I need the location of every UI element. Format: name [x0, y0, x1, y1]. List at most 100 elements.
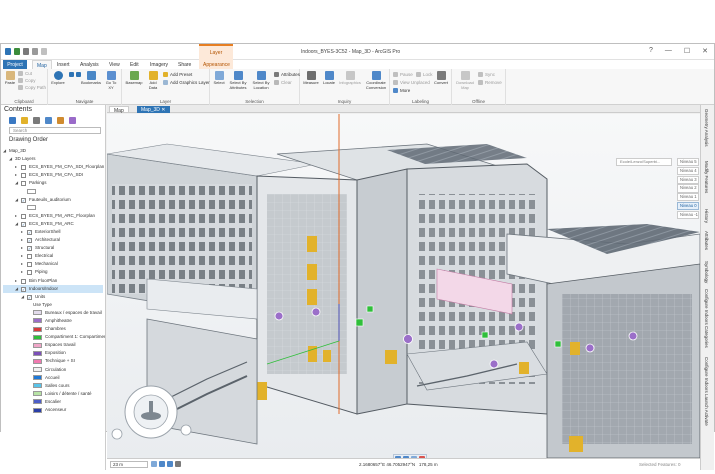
layer-tree-row[interactable]: ◢ ✓ Indoors/Indoor [3, 284, 103, 293]
dock-tab-attributes[interactable]: Attributes [704, 231, 709, 250]
layer-tree-row[interactable]: ▸ ECS_BYES_FM_CFA_SDI_Floorplan [3, 163, 104, 171]
expander-icon[interactable]: ▸ [21, 260, 23, 268]
tab-appearance[interactable]: Appearance [199, 60, 233, 69]
save-icon[interactable] [14, 48, 20, 55]
layout-icon[interactable] [151, 461, 157, 467]
expander-icon[interactable]: ◢ [15, 179, 18, 187]
expander-icon[interactable]: ▸ [21, 244, 23, 252]
expander-icon[interactable]: ◢ [21, 293, 24, 301]
dock-tab-configure-categories[interactable]: Configure Indoors Categories [704, 289, 709, 348]
layer-tree-row[interactable]: ▸ Electrical [3, 252, 103, 260]
layer-tree-row[interactable]: ◢ 3D Layers [3, 155, 103, 163]
visibility-checkbox[interactable] [21, 165, 26, 171]
help-button[interactable]: ? [649, 47, 653, 55]
dock-tab-modify-features[interactable]: Modify Features [704, 161, 709, 193]
zoom-fixed-buttons[interactable] [69, 72, 81, 77]
dock-tab-configure-launch[interactable]: Configure Indoors Launch Activate [704, 357, 709, 426]
visibility-checkbox[interactable] [27, 262, 32, 268]
visibility-checkbox[interactable]: ✓ [21, 286, 26, 292]
visibility-checkbox[interactable] [21, 181, 26, 187]
dock-tab-symbology[interactable]: Symbology [704, 261, 709, 283]
coordinate-conversion-button[interactable]: Coordinate Conversion [363, 71, 389, 90]
layer-tree-row[interactable]: Circulation [3, 366, 103, 374]
floor-level-button[interactable]: Niveau -1 [677, 210, 699, 219]
redo-icon[interactable] [32, 48, 38, 55]
visibility-checkbox[interactable] [21, 213, 26, 219]
floor-level-button[interactable]: Niveau 0 [677, 201, 699, 211]
copy-button[interactable]: Copy [18, 78, 36, 83]
tab-view[interactable]: View [105, 60, 124, 69]
visibility-checkbox[interactable]: ✓ [21, 197, 26, 203]
layer-tree-row[interactable]: ◢ ✓ Fauteuils_auditorium [3, 196, 103, 204]
list-by-selection-icon[interactable] [33, 117, 40, 124]
layer-tree-row[interactable]: Technique + SI [3, 357, 103, 365]
layer-tree-row[interactable]: ◢ ✓ ECS_BYES_FM_ARC [3, 220, 103, 228]
bookmarks-button[interactable]: Bookmarks [81, 71, 101, 86]
visibility-checkbox[interactable]: ✓ [27, 238, 32, 244]
list-by-source-icon[interactable] [21, 117, 28, 124]
open-icon[interactable] [5, 48, 11, 55]
expander-icon[interactable]: ▸ [15, 171, 17, 179]
sync-button[interactable]: Sync [478, 72, 495, 77]
layer-tree-row[interactable]: Compartiment 1: Compartiment [3, 333, 105, 341]
layer-tree-row[interactable] [3, 187, 103, 195]
tab-imagery[interactable]: Imagery [146, 60, 172, 69]
undo-icon[interactable] [23, 48, 29, 55]
tab-insert[interactable]: Insert [53, 60, 74, 69]
layer-tree-row[interactable]: ▸ ✓ Architectural [3, 236, 103, 244]
copy-path-button[interactable]: Copy Path [18, 85, 46, 90]
layer-tree-row[interactable]: Espaces travail [3, 341, 103, 349]
floor-level-button[interactable]: Niveau 5 [677, 158, 699, 167]
layer-tree-row[interactable]: Accueil [3, 374, 103, 382]
expander-icon[interactable]: ▸ [15, 277, 17, 285]
layer-tree-row[interactable]: Chambres [3, 325, 103, 333]
convert-button[interactable]: Convert [432, 71, 450, 86]
layer-tree-row[interactable]: ▸ ECS_BYES_FM_CFA_SDI [3, 171, 103, 179]
layer-tree-row[interactable]: ◢ ✓ Units [3, 293, 103, 301]
contents-search-input[interactable]: Search [9, 127, 101, 134]
layer-tree-row[interactable]: ▸ ✓ Structural [3, 244, 103, 252]
layer-tree-row[interactable]: ▸ ✓ ExteriorShell [3, 228, 103, 236]
visibility-checkbox[interactable]: ✓ [27, 229, 32, 235]
list-by-snapping-icon[interactable] [57, 117, 64, 124]
visibility-checkbox[interactable] [27, 270, 32, 276]
pause-button[interactable]: Pause [393, 72, 413, 77]
layer-tree-row[interactable]: ◢ Map_3D [3, 147, 103, 155]
layer-tree-row[interactable]: Escalier [3, 398, 103, 406]
basemap-button[interactable]: Basemap [125, 71, 143, 86]
map-3d-view[interactable]: Ecole/Lenzo/Superbi... Niveau 5 Niveau 4N… [107, 114, 700, 458]
expander-icon[interactable]: ◢ [15, 220, 18, 228]
scale-selector[interactable]: 23 m [110, 461, 148, 468]
view-unplaced-button[interactable]: View Unplaced [393, 80, 430, 85]
list-by-labeling-icon[interactable] [69, 117, 76, 124]
layer-tree-row[interactable] [3, 204, 103, 212]
measure-button[interactable]: Measure [302, 71, 320, 86]
expander-icon[interactable]: ▸ [21, 236, 23, 244]
download-map-button[interactable]: Download Map [454, 71, 476, 90]
visibility-checkbox[interactable] [21, 278, 26, 284]
visibility-checkbox[interactable]: ✓ [27, 246, 32, 252]
layer-tree-row[interactable]: ▸ ECS_BYES_FM_ARC_Floorplan [3, 212, 103, 220]
expander-icon[interactable]: ◢ [15, 196, 18, 204]
layer-tree-row[interactable]: Use Type [3, 301, 103, 309]
add-data-button[interactable]: Add Data [145, 71, 161, 90]
cut-button[interactable]: Cut [18, 71, 32, 76]
select-by-location-button[interactable]: Select By Location [250, 71, 272, 90]
remove-button[interactable]: Remove [478, 80, 502, 85]
infographics-button[interactable]: Infographics [338, 71, 362, 86]
tab-project[interactable]: Project [3, 60, 27, 69]
attributes-button[interactable]: Attributes [274, 72, 300, 77]
more-button[interactable]: More [393, 88, 410, 93]
floor-filter-search[interactable]: Ecole/Lenzo/Superbi... [616, 158, 672, 166]
maximize-button[interactable]: ☐ [684, 47, 690, 55]
customize-icon[interactable] [41, 48, 47, 55]
add-preset-button[interactable]: Add Preset [163, 72, 192, 77]
expander-icon[interactable]: ▸ [15, 212, 17, 220]
locate-button[interactable]: Locate [321, 71, 337, 86]
floor-level-button[interactable]: Niveau 1 [677, 193, 699, 202]
go-to-xy-button[interactable]: Go To XY [103, 71, 119, 90]
add-graphics-layer-button[interactable]: Add Graphics Layer [163, 80, 210, 85]
layer-tree-row[interactable]: ▸ Bim FloorPlan [3, 277, 103, 285]
layer-tree-row[interactable]: ▸ Mechanical [3, 260, 103, 268]
select-by-attributes-button[interactable]: Select By Attributes [227, 71, 249, 90]
